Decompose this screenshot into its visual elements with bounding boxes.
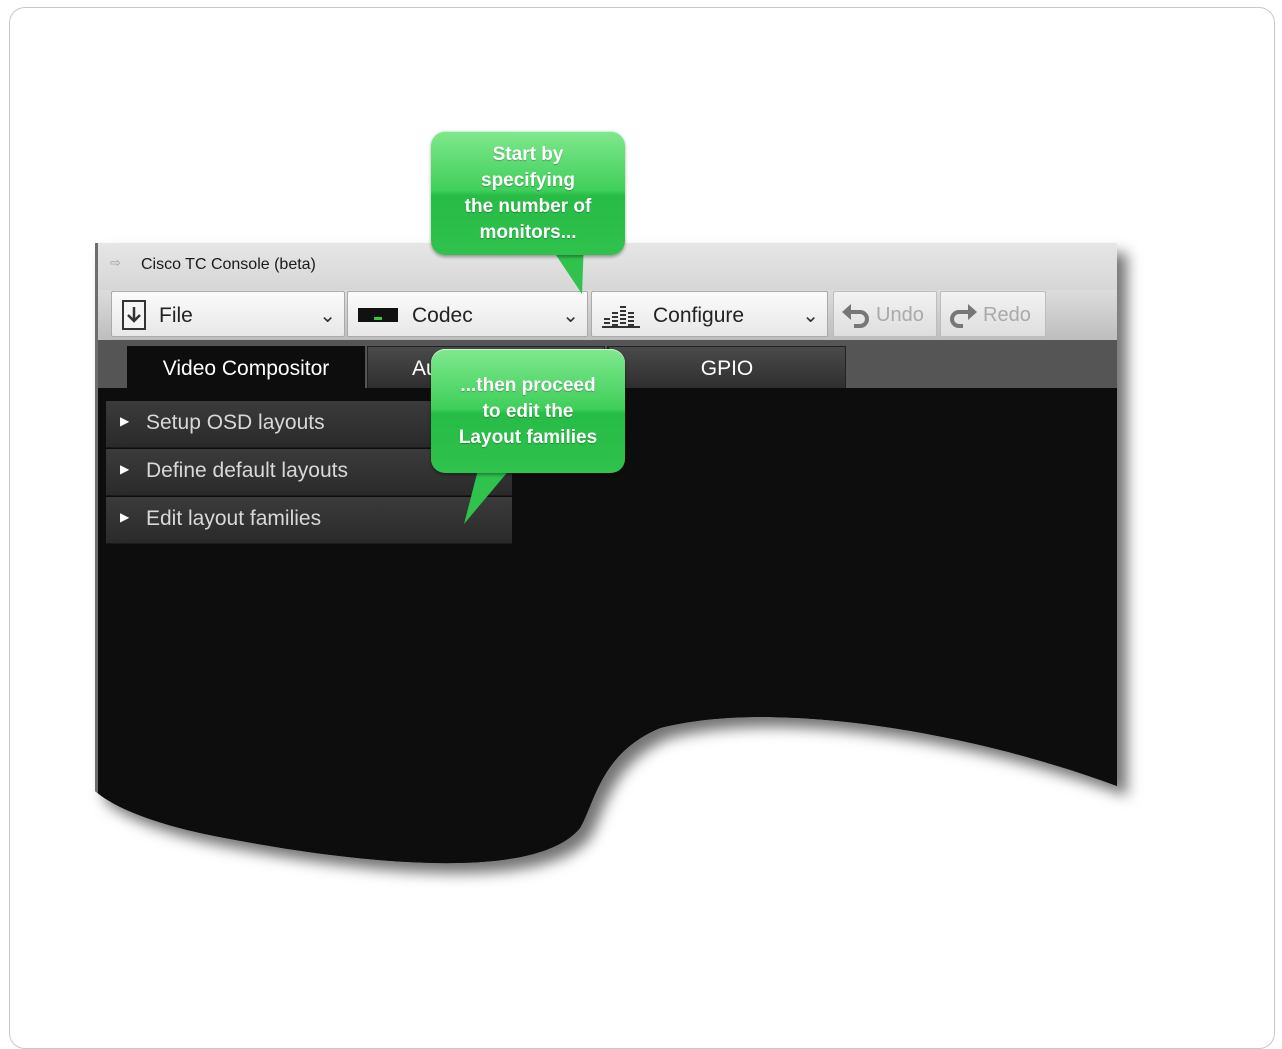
codec-label: Codec xyxy=(412,304,473,327)
app-icon: ⇨ xyxy=(110,255,121,270)
chevron-down-icon: ⌄ xyxy=(802,305,819,327)
file-menu-dropdown[interactable]: File ⌄ xyxy=(111,291,345,337)
file-download-icon xyxy=(121,299,147,336)
callout-line: to edit the xyxy=(482,401,574,422)
codec-dropdown[interactable]: Codec ⌄ xyxy=(347,291,588,337)
chevron-down-icon: ⌄ xyxy=(319,305,336,327)
callout-line: Start by xyxy=(492,144,564,165)
callout-line: ...then proceed xyxy=(460,375,596,396)
undo-button[interactable]: Undo xyxy=(833,291,937,337)
undo-icon xyxy=(842,302,870,333)
callout-number-of-monitors: Start by specifying the number of monito… xyxy=(431,131,625,255)
screenshot-cutout: ⇨ Cisco TC Console (beta) File ⌄ Codec ⌄… xyxy=(0,0,1282,1029)
accordion-label: Edit layout families xyxy=(146,507,322,530)
redo-icon xyxy=(949,302,977,333)
callout-line: the number of xyxy=(464,196,592,217)
configure-dropdown[interactable]: Configure ⌄ xyxy=(591,291,828,337)
undo-label: Undo xyxy=(876,304,924,326)
callout-edit-layout-families: ...then proceed to edit the Layout famil… xyxy=(431,349,625,473)
toolbar: File ⌄ Codec ⌄ Configure ⌄ Undo Redo xyxy=(95,290,1117,340)
redo-button[interactable]: Redo xyxy=(940,291,1046,337)
accordion-label: Setup OSD layouts xyxy=(146,411,325,434)
chevron-down-icon: ⌄ xyxy=(562,305,579,327)
redo-label: Redo xyxy=(983,304,1031,326)
accordion-label: Define default layouts xyxy=(146,459,348,482)
tab-video-compositor[interactable]: Video Compositor xyxy=(127,346,365,388)
tab-label: GPIO xyxy=(700,357,754,380)
file-label: File xyxy=(159,304,193,327)
app-window: ⇨ Cisco TC Console (beta) File ⌄ Codec ⌄… xyxy=(95,243,1117,883)
equalizer-icon xyxy=(602,302,640,333)
tab-gpio[interactable]: GPIO xyxy=(608,346,846,388)
configure-label: Configure xyxy=(653,304,745,327)
callout-line: Layout families xyxy=(458,427,598,448)
triangle-right-icon: ▶ xyxy=(120,462,130,476)
window-title: Cisco TC Console (beta) xyxy=(141,256,316,273)
callout-line: specifying xyxy=(481,170,575,191)
callout-line: monitors... xyxy=(479,222,577,243)
tab-label: Video Compositor xyxy=(162,357,330,380)
accordion-edit-layout-families[interactable]: ▶ Edit layout families xyxy=(106,497,512,544)
triangle-right-icon: ▶ xyxy=(120,510,130,524)
codec-display-icon xyxy=(358,308,398,322)
triangle-right-icon: ▶ xyxy=(120,414,130,428)
